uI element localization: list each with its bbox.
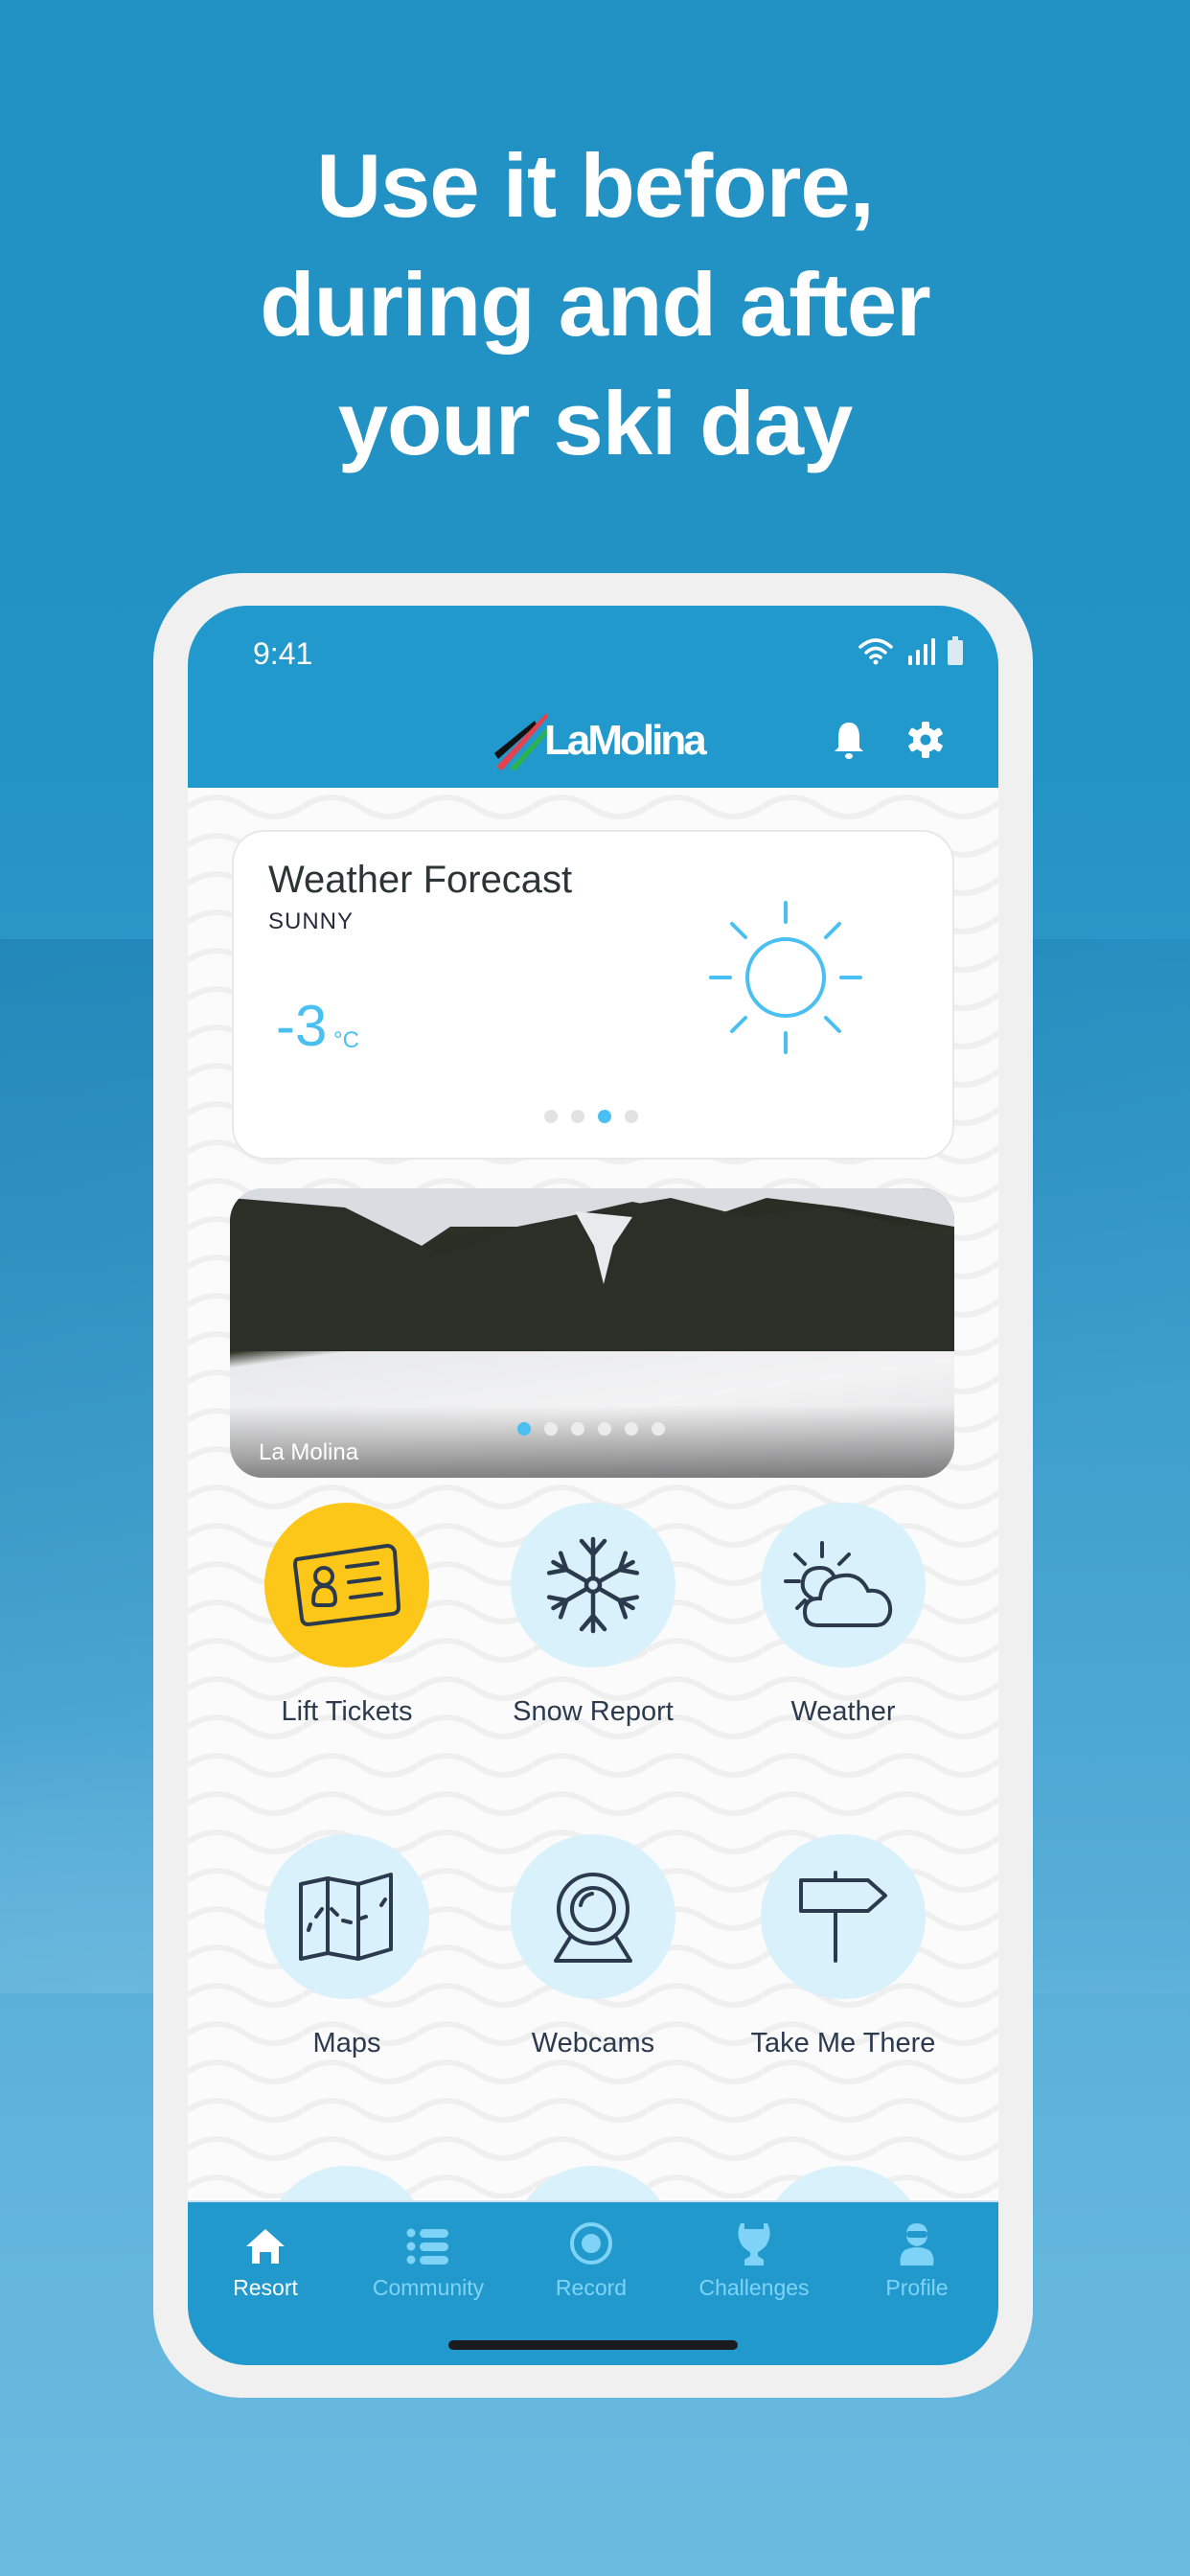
tab-record[interactable]: Record (519, 2216, 663, 2301)
tab-profile[interactable]: Profile (845, 2216, 989, 2301)
tile-icon-circle (761, 1503, 926, 1668)
bottom-tab-bar: Resort Community Record Challenges Profi… (188, 2200, 998, 2365)
record-icon (570, 2222, 612, 2265)
webcam-pager-dot[interactable] (544, 1422, 558, 1436)
tile-maps[interactable]: Maps (241, 1834, 452, 2059)
battery-icon (948, 636, 963, 665)
tile-icon-circle (761, 1834, 926, 1999)
brand-logo: LaMolina (492, 711, 707, 770)
temperature-unit: °C (333, 1027, 359, 1053)
home-indicator (448, 2340, 738, 2350)
phone-screen: 9:41 LaMolina Weather Forecast SUNNY -3 … (188, 606, 998, 2365)
signpost-icon (799, 1871, 887, 1963)
weather-pager-dot[interactable] (544, 1110, 558, 1123)
status-time: 9:41 (253, 636, 313, 671)
webcam-pager[interactable] (517, 1422, 665, 1436)
snowflake-icon (546, 1536, 640, 1634)
sun-cloud-icon (784, 1541, 893, 1627)
tile-icon-circle (511, 1503, 675, 1668)
webcam-pager-dot[interactable] (571, 1422, 584, 1436)
weather-pager[interactable] (544, 1110, 638, 1123)
gear-icon (908, 722, 943, 758)
tile-icon-circle (264, 1834, 429, 1999)
weather-forecast-card[interactable]: Weather Forecast SUNNY -3 °C (232, 830, 954, 1160)
settings-button[interactable] (904, 719, 947, 761)
temperature-value: -3 (276, 994, 328, 1058)
headline-line: your ski day (337, 373, 854, 473)
home-content: Weather Forecast SUNNY -3 °C La Molina L… (188, 788, 998, 2331)
webcam-icon (554, 1873, 632, 1963)
mountain-image (230, 1188, 954, 1351)
tab-challenges[interactable]: Challenges (682, 2216, 826, 2301)
webcam-carousel[interactable]: La Molina (230, 1188, 954, 1478)
tile-snow-report[interactable]: Snow Report (488, 1503, 698, 1728)
tile-webcams[interactable]: Webcams (488, 1834, 698, 2059)
weather-pager-dot[interactable] (598, 1110, 611, 1123)
tab-label: Record (555, 2275, 628, 2300)
map-icon (299, 1873, 393, 1961)
tile-label: Snow Report (513, 1696, 674, 1727)
weather-condition: SUNNY (268, 908, 355, 934)
home-icon (246, 2229, 285, 2264)
promo-headline: Use it before, during and after your ski… (0, 126, 1190, 483)
headline-line: during and after (260, 254, 930, 355)
bell-icon (835, 723, 863, 759)
weather-card-title: Weather Forecast (268, 859, 573, 901)
logo-text: LaMolina (544, 717, 707, 764)
list-icon (406, 2228, 448, 2265)
app-header: 9:41 LaMolina (188, 606, 998, 788)
weather-pager-dot[interactable] (625, 1110, 638, 1123)
tab-community[interactable]: Community (356, 2216, 500, 2301)
ticket-card-icon (292, 1543, 401, 1627)
webcam-pager-dot[interactable] (625, 1422, 638, 1436)
status-icons (857, 636, 964, 665)
tile-icon-circle (511, 1834, 675, 1999)
signal-icon (908, 638, 935, 665)
tile-icon-circle (264, 1503, 429, 1668)
tab-label: Community (372, 2275, 485, 2300)
tile-label: Take Me There (750, 2028, 936, 2058)
webcam-caption: La Molina (259, 1439, 359, 1465)
phone-frame: 9:41 LaMolina Weather Forecast SUNNY -3 … (153, 573, 1033, 2398)
skier-profile-icon (900, 2223, 934, 2266)
trophy-icon (738, 2223, 770, 2266)
tile-lift-tickets[interactable]: Lift Tickets (241, 1503, 452, 1728)
wifi-icon (858, 638, 893, 665)
notifications-button[interactable] (828, 719, 870, 761)
tile-label: Lift Tickets (281, 1696, 413, 1727)
webcam-pager-dot[interactable] (598, 1422, 611, 1436)
tile-take-me-there[interactable]: Take Me There (738, 1834, 949, 2059)
webcam-pager-dot[interactable] (517, 1422, 531, 1436)
tile-label: Webcams (531, 2028, 655, 2058)
weather-pager-dot[interactable] (571, 1110, 584, 1123)
tile-label: Weather (790, 1696, 896, 1727)
tile-label: Maps (312, 2028, 381, 2058)
tile-weather[interactable]: Weather (738, 1503, 949, 1728)
sun-icon (709, 901, 862, 1054)
tab-label: Challenges (698, 2275, 810, 2300)
tab-resort[interactable]: Resort (194, 2216, 337, 2301)
tab-label: Profile (885, 2275, 949, 2300)
tab-label: Resort (233, 2275, 298, 2300)
headline-line: Use it before, (316, 135, 875, 236)
webcam-pager-dot[interactable] (652, 1422, 665, 1436)
